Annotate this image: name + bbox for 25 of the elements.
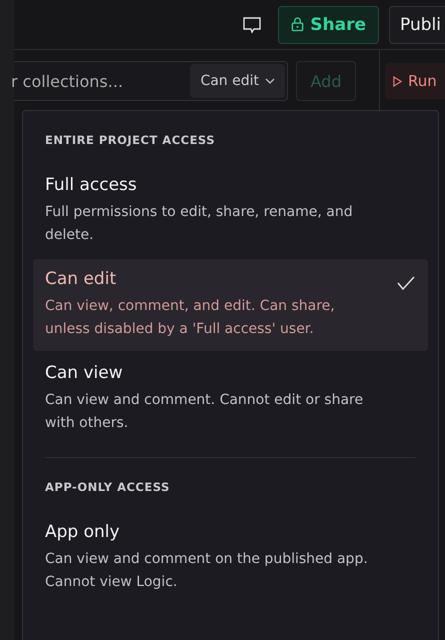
- check-icon: [396, 275, 416, 291]
- section-heading: ENTIRE PROJECT ACCESS: [44, 133, 216, 147]
- permission-option[interactable]: Full access Full permissions to edit, share, rename, and delete.: [33, 165, 428, 257]
- play-icon: [393, 76, 402, 86]
- permission-option[interactable]: Can view Can view and comment. Cannot edit or share with others.: [33, 353, 428, 445]
- invite-field[interactable]: r collections... Can edit: [14, 61, 288, 101]
- option-description: Can view and comment on the published app. Cannot view Logic.: [45, 550, 369, 592]
- option-title: Can edit: [45, 269, 118, 289]
- permission-option[interactable]: Can edit Can view, comment, and edit. Can share, unless disabled by a 'Full access' user.: [33, 259, 428, 351]
- permission-dropdown[interactable]: Can edit: [190, 64, 285, 98]
- lock-icon: [291, 17, 304, 32]
- run-button[interactable]: Run: [385, 63, 445, 99]
- option-description: Can view, comment, and edit. Can share, unless disabled by a 'Full access' user.: [45, 297, 336, 339]
- option-title: Can view: [45, 363, 124, 383]
- option-description: Full permissions to edit, share, rename, and delete.: [45, 203, 354, 245]
- option-title: App only: [45, 522, 121, 542]
- section-heading: APP-ONLY ACCESS: [44, 480, 171, 494]
- permission-option[interactable]: App only Can view and comment on the published app. Cannot view Logic.: [33, 512, 428, 604]
- chevron-icon: [265, 78, 275, 84]
- option-title: Full access: [45, 175, 138, 195]
- share-button[interactable]: Share: [278, 6, 379, 44]
- field-value: r collections...: [11, 72, 124, 90]
- option-description: Can view and comment. Cannot edit or share with others.: [45, 391, 364, 433]
- publish-button[interactable]: Publi: [389, 6, 445, 44]
- comment-icon[interactable]: [242, 14, 262, 34]
